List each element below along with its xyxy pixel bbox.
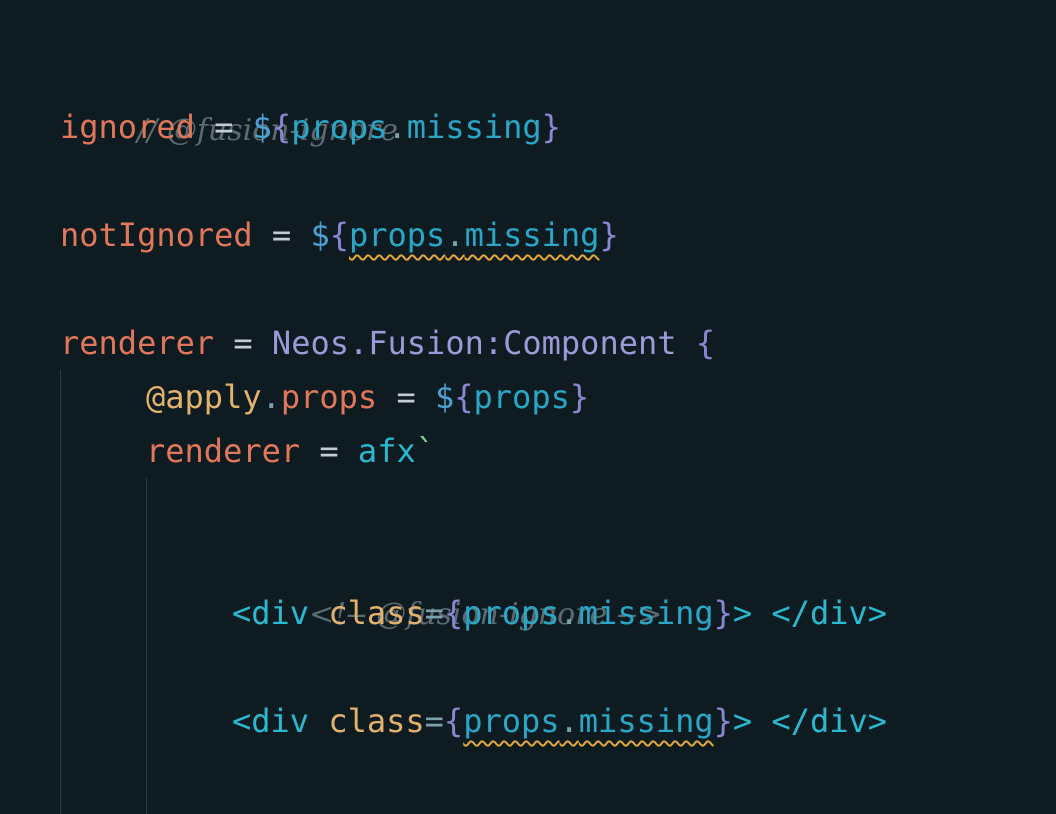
meta-property: @apply <box>146 378 262 416</box>
property-key: notIgnored <box>60 216 253 254</box>
eel-open-brace: { <box>271 108 292 146</box>
warning-squiggle[interactable]: props.missing <box>349 216 599 254</box>
assign-operator: = <box>252 216 311 254</box>
property-key: renderer <box>60 324 215 362</box>
expr-open-brace: { <box>443 594 464 632</box>
eel-object: props <box>348 216 446 254</box>
eel-open-brace: { <box>454 378 474 416</box>
expr-object: props <box>463 702 560 740</box>
eel-object: props <box>291 108 388 146</box>
prototype-name: Neos.Fusion:Component <box>271 324 677 362</box>
indent-guide-level1 <box>60 370 61 814</box>
code-line-5[interactable]: @apply.props = ${props} <box>146 370 589 424</box>
expr-close-brace: } <box>713 702 733 740</box>
eel-close-brace: } <box>569 378 590 416</box>
assign-operator: = <box>194 108 253 146</box>
afx-keyword: afx <box>357 432 416 470</box>
attribute-equals: = <box>424 594 444 632</box>
code-line-7[interactable]: <!-- @fusion-ignore --> <box>232 532 662 632</box>
attribute-name: class <box>328 702 425 740</box>
code-line-2[interactable]: ignored = ${props.missing} <box>60 100 561 154</box>
expr-property: missing <box>578 594 714 632</box>
code-line-8[interactable]: <div class={props.missing}> </div> <box>232 586 887 640</box>
expr-open-brace: { <box>443 702 464 740</box>
attribute-name: class <box>328 594 425 632</box>
code-line-4[interactable]: renderer = Neos.Fusion:Component { <box>60 316 715 370</box>
tag-end: > <box>732 594 753 632</box>
assign-operator: = <box>214 324 272 362</box>
code-line-9[interactable]: <div class={props.missing}> </div> <box>232 694 887 748</box>
eel-property: missing <box>464 216 600 254</box>
expr-object: props <box>463 594 560 632</box>
eel-dollar: $ <box>434 378 455 416</box>
code-line-1[interactable]: // @fusion-ignore <box>60 48 398 148</box>
eel-dollar: $ <box>310 216 330 254</box>
warning-squiggle[interactable]: props.missing <box>463 702 713 740</box>
property-key: renderer <box>146 432 301 470</box>
expr-close-brace: } <box>713 594 733 632</box>
eel-open-brace: { <box>329 216 349 254</box>
eel-close-brace: } <box>541 108 561 146</box>
backtick: ` <box>415 432 435 470</box>
code-editor[interactable]: // @fusion-ignore ignored = ${props.miss… <box>0 0 1056 814</box>
expr-dot: . <box>559 702 579 740</box>
tag-end: > <box>732 702 753 740</box>
tag-open: <div <box>232 594 310 632</box>
closing-tag: </div> <box>771 594 888 632</box>
assign-operator: = <box>300 432 358 470</box>
expr-dot: . <box>559 594 579 632</box>
code-line-3[interactable]: notIgnored = ${props.missing} <box>60 208 619 262</box>
eel-dot: . <box>445 216 465 254</box>
indent-guide-level2 <box>146 478 147 814</box>
assign-operator: = <box>377 378 435 416</box>
block-open-brace: { <box>695 324 716 362</box>
closing-tag: </div> <box>771 702 888 740</box>
property-key: props <box>280 378 378 416</box>
eel-close-brace: } <box>599 216 619 254</box>
attribute-equals: = <box>424 702 444 740</box>
expr-property: missing <box>578 702 714 740</box>
path-dot: . <box>261 378 281 416</box>
eel-dollar: $ <box>252 108 272 146</box>
code-line-6[interactable]: renderer = afx` <box>146 424 435 478</box>
property-key: ignored <box>60 108 195 146</box>
eel-object: props <box>473 378 570 416</box>
tag-open: <div <box>232 702 310 740</box>
eel-dot: . <box>387 108 407 146</box>
eel-property: missing <box>406 108 542 146</box>
